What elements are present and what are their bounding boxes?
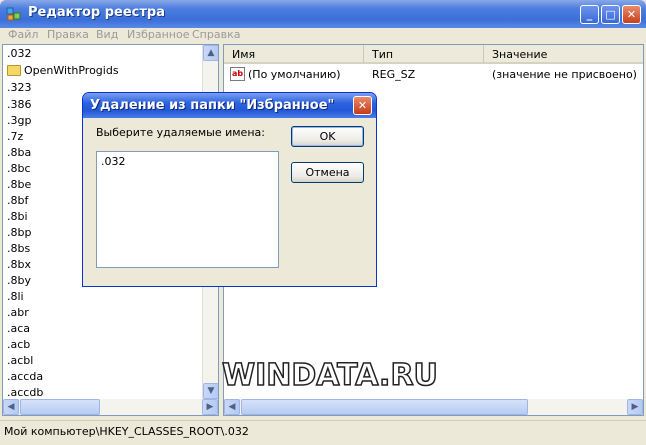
tree-horizontal-scrollbar[interactable]: ◀ ▶ [3, 399, 218, 415]
favorites-listbox[interactable]: .032 [96, 151, 279, 268]
tree-item[interactable]: .8by [7, 273, 31, 289]
dialog-prompt: Выберите удаляемые имена: [96, 126, 265, 139]
scroll-down-icon[interactable]: ▼ [203, 383, 218, 399]
tree-item[interactable]: OpenWithProgids [7, 63, 119, 79]
dialog-close-button[interactable]: ✕ [353, 96, 372, 115]
menu-bar: Файл Правка Вид Избранное Справка [0, 28, 646, 42]
menu-help[interactable]: Справка [192, 28, 240, 41]
tree-item[interactable]: .8bf [7, 193, 28, 209]
dialog-title-bar[interactable]: Удаление из папки "Избранное" ✕ [83, 93, 376, 118]
remove-favorite-dialog: Удаление из папки "Избранное" ✕ Выберите… [82, 92, 377, 287]
title-bar[interactable]: Редактор реестра _ □ ✕ [0, 0, 646, 28]
folder-icon [7, 65, 21, 76]
scroll-right-icon[interactable]: ▶ [202, 399, 218, 415]
tree-item[interactable]: .8bs [7, 241, 30, 257]
tree-item[interactable]: .acb [7, 337, 30, 353]
tree-item[interactable]: .accda [7, 369, 43, 385]
minimize-button[interactable]: _ [580, 5, 599, 24]
tree-item[interactable]: .8bc [7, 161, 31, 177]
scroll-left-icon[interactable]: ◀ [224, 399, 240, 415]
tree-item[interactable]: .7z [7, 129, 23, 145]
tree-item[interactable]: .386 [7, 97, 32, 113]
scroll-thumb[interactable] [20, 399, 100, 415]
tree-item[interactable]: .8bx [7, 257, 31, 273]
tree-item[interactable]: .323 [7, 80, 32, 96]
menu-view[interactable]: Вид [96, 28, 118, 41]
tree-item[interactable]: .8li [7, 289, 24, 305]
window-title: Редактор реестра [28, 5, 165, 20]
list-horizontal-scrollbar[interactable]: ◀ ▶ [224, 399, 643, 415]
cancel-button[interactable]: Отмена [291, 162, 364, 183]
maximize-button[interactable]: □ [601, 5, 620, 24]
ok-button[interactable]: OK [291, 126, 364, 147]
column-header-name[interactable]: Имя [224, 45, 364, 64]
tree-item[interactable]: .8bp [7, 225, 31, 241]
status-path: Мой компьютер\HKEY_CLASSES_ROOT\.032 [4, 425, 249, 438]
scroll-left-icon[interactable]: ◀ [3, 399, 19, 415]
tree-item[interactable]: .abr [7, 305, 29, 321]
tree-item[interactable]: .acbl [7, 353, 33, 369]
column-header-value[interactable]: Значение [484, 45, 643, 64]
menu-edit[interactable]: Правка [47, 28, 89, 41]
list-item[interactable]: .032 [101, 155, 126, 168]
tree-item[interactable]: .032 [7, 46, 32, 62]
column-header-type[interactable]: Тип [364, 45, 484, 64]
menu-favorites[interactable]: Избранное [127, 28, 189, 41]
string-value-icon: ab [230, 67, 245, 81]
close-button[interactable]: ✕ [622, 5, 641, 24]
tree-item[interactable]: .8bi [7, 209, 28, 225]
status-bar: Мой компьютер\HKEY_CLASSES_ROOT\.032 [0, 420, 646, 445]
value-data: (значение не присвоено) [492, 68, 637, 81]
scroll-right-icon[interactable]: ▶ [627, 399, 643, 415]
tree-item[interactable]: .aca [7, 321, 30, 337]
scroll-thumb[interactable] [241, 399, 528, 415]
tree-item[interactable]: .8be [7, 177, 31, 193]
tree-item[interactable]: .3gp [7, 113, 31, 129]
watermark: WINDATA.RU [221, 357, 438, 394]
menu-file[interactable]: Файл [8, 28, 38, 41]
scroll-up-icon[interactable]: ▲ [203, 45, 218, 61]
value-name[interactable]: (По умолчанию) [248, 67, 341, 83]
dialog-title: Удаление из папки "Избранное" [90, 98, 335, 113]
tree-item[interactable]: .8ba [7, 145, 31, 161]
value-type: REG_SZ [372, 68, 416, 81]
registry-editor-icon [6, 7, 21, 21]
